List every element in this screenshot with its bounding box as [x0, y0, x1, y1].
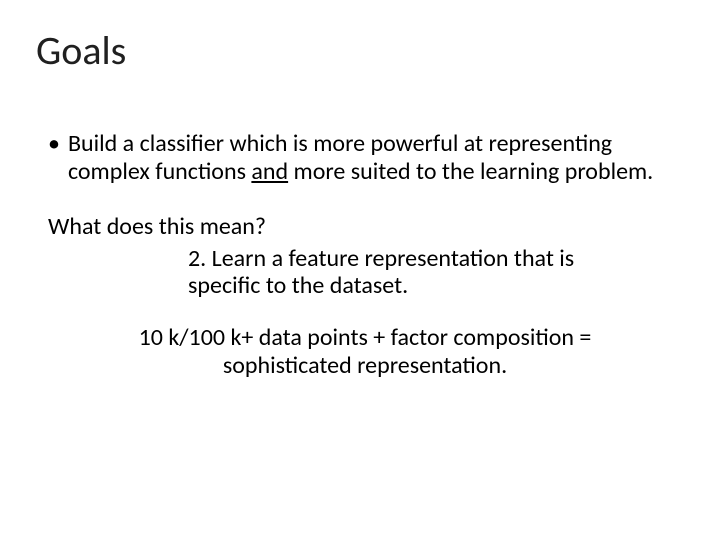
bullet-marker: •	[48, 130, 60, 158]
slide-title: Goals	[36, 26, 126, 75]
question-line: What does this mean?	[48, 213, 672, 241]
slide: Goals • Build a classifier which is more…	[0, 0, 720, 540]
bullet1-part-b: more suited to the learning problem.	[288, 157, 653, 186]
bullet-text-1: Build a classifier which is more powerfu…	[68, 130, 672, 185]
bullet-item-1: • Build a classifier which is more power…	[48, 130, 672, 185]
slide-body: • Build a classifier which is more power…	[48, 130, 672, 379]
equation-line: 10 k/100 k+ data points + factor composi…	[118, 324, 612, 379]
numbered-item-2: 2. Learn a feature representation that i…	[188, 245, 612, 300]
bullet1-underline: and	[251, 157, 288, 186]
